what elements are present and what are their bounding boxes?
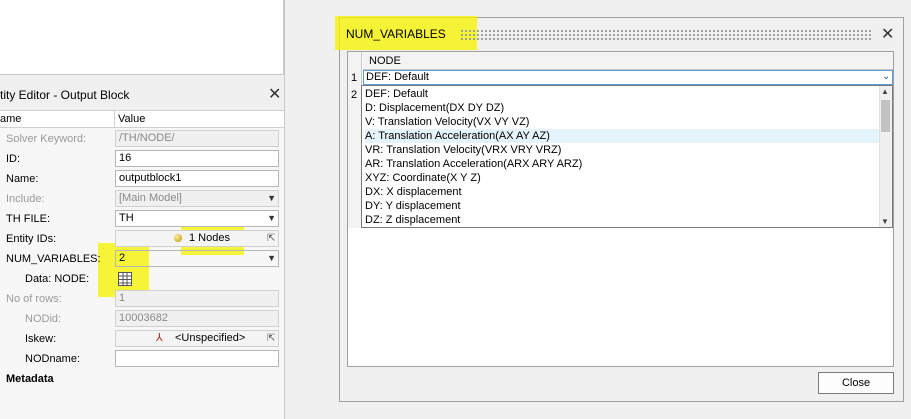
list-item[interactable]: D: Displacement(DX DY DZ): [365, 101, 504, 115]
th-file-value: TH: [119, 212, 134, 224]
include-value: [Main Model]: [119, 192, 182, 204]
iskew-value: <Unspecified>: [175, 332, 246, 344]
nodid-field: 10003682: [115, 310, 279, 327]
close-icon[interactable]: ✕: [268, 84, 281, 104]
scroll-up-icon[interactable]: ▲: [881, 87, 889, 96]
num-variables-value: 2: [119, 252, 126, 264]
row-label-num-variables: NUM_VARIABLES:: [6, 253, 101, 265]
list-item[interactable]: DZ: Z displacement: [365, 213, 460, 227]
list-item[interactable]: V: Translation Velocity(VX VY VZ): [365, 115, 529, 129]
num-variables-dropdown[interactable]: 2 ▼: [115, 250, 279, 267]
close-button[interactable]: Close: [818, 372, 894, 394]
chevron-down-icon: ▼: [267, 193, 276, 203]
include-dropdown: [Main Model] ▼: [115, 190, 279, 207]
row-label-nodid: NODid:: [25, 313, 62, 325]
row-label-nodname: NODname:: [25, 353, 81, 365]
chevron-down-icon[interactable]: ⌄: [882, 71, 890, 82]
scrollbar-thumb[interactable]: [881, 100, 890, 132]
column-header-node[interactable]: NODE: [363, 52, 893, 70]
model-browser-area: [0, 0, 284, 75]
row-label-data-node: Data: NODE:: [25, 273, 90, 285]
metadata-section[interactable]: Metadata: [6, 373, 54, 385]
editor-grid-header: ame Value: [0, 110, 284, 129]
list-item[interactable]: DY: Y displacement: [365, 199, 461, 213]
drag-handle[interactable]: [460, 29, 873, 41]
row-index: 1: [351, 72, 358, 84]
row-label-th-file: TH FILE:: [6, 213, 51, 225]
chevron-down-icon[interactable]: ▼: [267, 252, 276, 265]
cursor-icon: ⇱: [267, 333, 276, 344]
row-label-id: ID:: [6, 153, 21, 165]
list-item[interactable]: XYZ: Coordinate(X Y Z): [365, 171, 481, 185]
entity-editor-title: tity Editor - Output Block: [0, 88, 130, 102]
solver-keyword-field: /TH/NODE/: [115, 130, 279, 147]
list-item[interactable]: AR: Translation Acceleration(ARX ARY ARZ…: [365, 157, 582, 171]
scroll-down-icon[interactable]: ▼: [881, 217, 889, 226]
variable-dropdown-list: DEF: Default D: Displacement(DX DY DZ) V…: [361, 85, 893, 228]
list-item[interactable]: VR: Translation Velocity(VRX VRY VRZ): [365, 143, 561, 157]
column-header-label: NODE: [369, 55, 401, 67]
cursor-icon: ⇱: [267, 233, 276, 244]
row-label-include: Include:: [6, 193, 45, 205]
iskew-selector[interactable]: ⅄ <Unspecified> ⇱: [115, 330, 279, 347]
row-label-solver-keyword: Solver Keyword:: [6, 133, 87, 145]
entity-ids-selector[interactable]: 1 Nodes ⇱: [115, 230, 279, 247]
column-divider[interactable]: [114, 111, 115, 129]
skew-axis-icon: ⅄: [156, 332, 163, 344]
column-header-name: ame: [0, 113, 22, 125]
dialog-title: NUM_VARIABLES: [346, 27, 446, 41]
node-variable-combo[interactable]: DEF: Default ⌄: [363, 70, 893, 85]
list-item[interactable]: A: Translation Acceleration(AX AY AZ): [365, 129, 880, 143]
no-of-rows-field: 1: [115, 290, 279, 307]
node-icon: [174, 234, 182, 242]
entity-ids-value: 1 Nodes: [189, 232, 230, 244]
close-icon[interactable]: ✕: [881, 24, 894, 44]
row-label-no-of-rows: No of rows:: [6, 293, 62, 305]
list-item[interactable]: DX: X displacement: [365, 185, 462, 199]
row-index: 2: [351, 89, 358, 101]
combo-value: DEF: Default: [366, 71, 429, 83]
panel-divider[interactable]: [284, 0, 285, 419]
chevron-down-icon[interactable]: ▼: [267, 212, 276, 225]
row-label-iskew: Iskew:: [25, 333, 57, 345]
th-file-dropdown[interactable]: TH ▼: [115, 210, 279, 227]
name-field[interactable]: outputblock1: [115, 170, 279, 187]
id-field[interactable]: 16: [115, 150, 279, 167]
list-item[interactable]: DEF: Default: [365, 87, 428, 101]
nodname-field[interactable]: [115, 350, 279, 367]
table-edit-icon[interactable]: [118, 272, 132, 286]
row-label-entity-ids: Entity IDs:: [6, 233, 57, 245]
column-header-value: Value: [118, 113, 146, 125]
row-label-name: Name:: [6, 173, 39, 185]
